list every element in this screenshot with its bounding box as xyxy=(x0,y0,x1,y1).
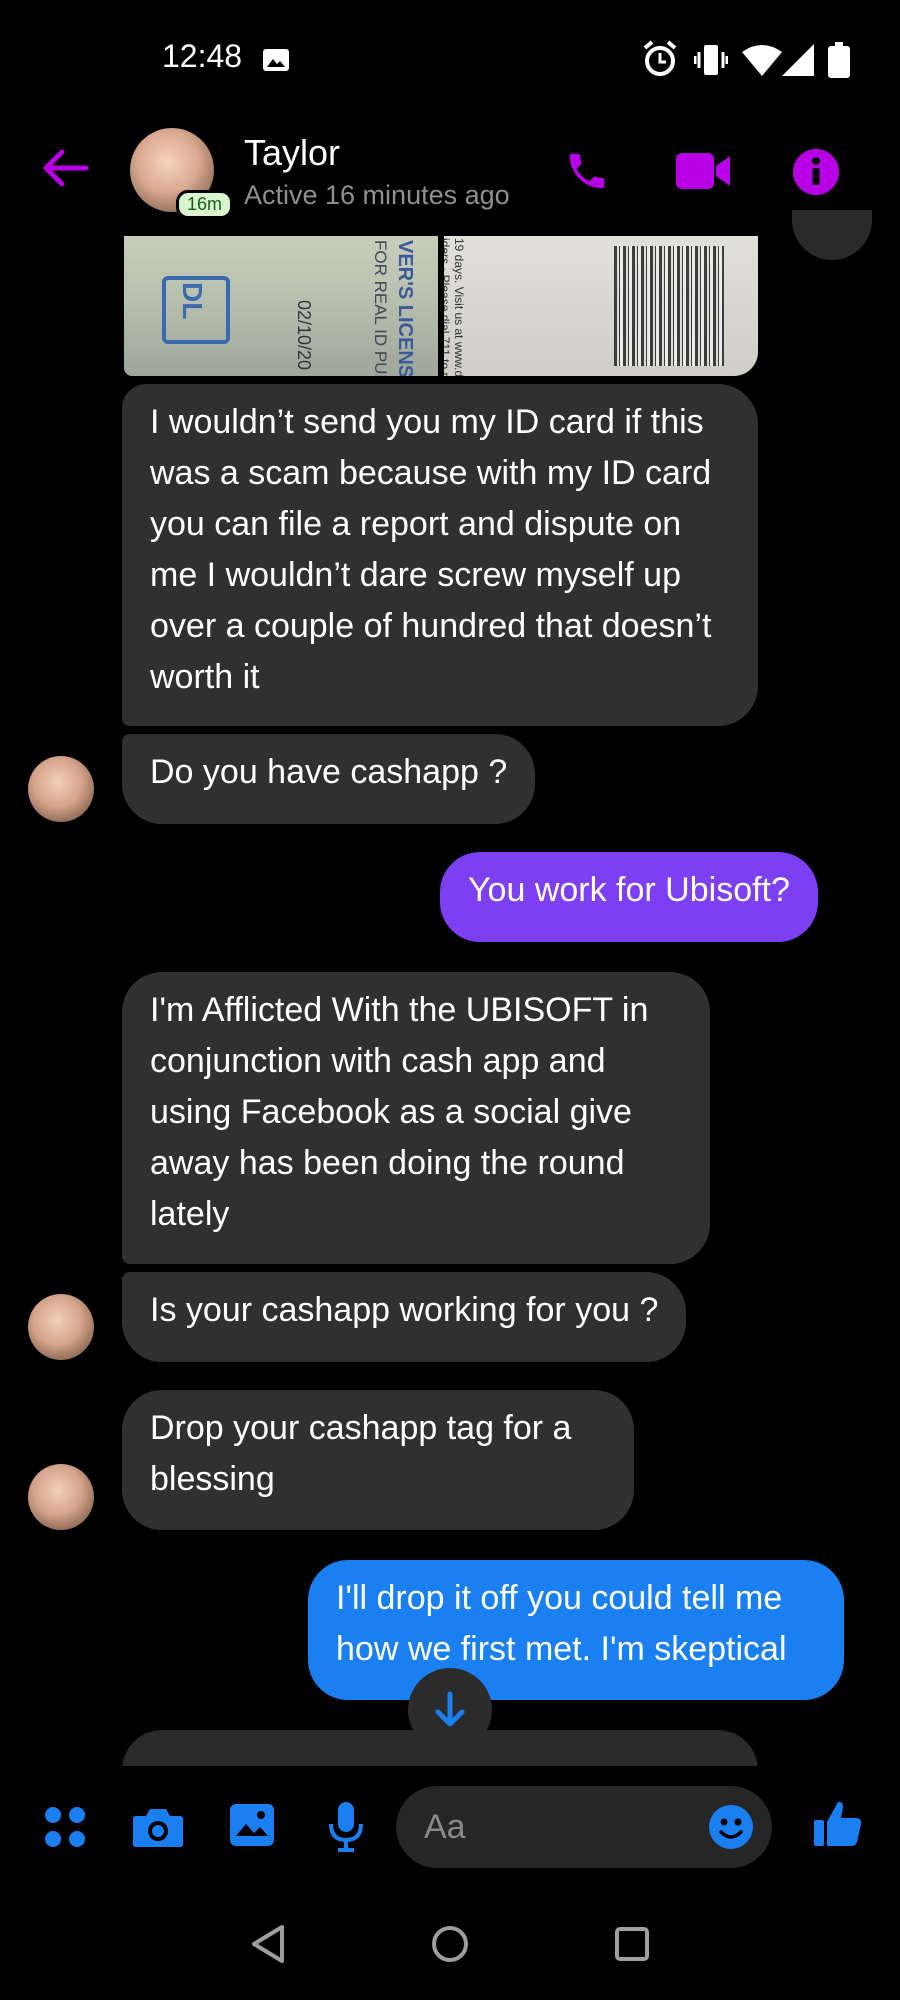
vibrate-icon xyxy=(694,42,728,78)
active-time-badge: 16m xyxy=(176,190,234,219)
thumbs-up-icon[interactable] xyxy=(812,1798,864,1850)
camera-icon[interactable] xyxy=(132,1806,184,1848)
id-card-back-photo[interactable]: 19 days. Visit us at www.dmv.ca iders - … xyxy=(444,236,758,376)
back-arrow-icon[interactable] xyxy=(40,148,88,188)
contact-name[interactable]: Taylor xyxy=(244,132,340,174)
message-bubble-incoming[interactable]: I'm Afflicted With the UBISOFT in conjun… xyxy=(122,972,710,1264)
phone-icon[interactable] xyxy=(564,148,610,194)
nav-recents-icon[interactable] xyxy=(614,1926,650,1962)
message-bubble-incoming[interactable]: Drop your cashapp tag for a blessing xyxy=(122,1390,634,1530)
id-card-front-photo[interactable]: DL VER'S LICENSE FOR REAL ID PURPO 02/10… xyxy=(124,236,438,376)
back-text-1: 19 days. Visit us at www.dmv.ca xyxy=(452,238,466,376)
license-text: VER'S LICENSE xyxy=(394,240,416,376)
battery-icon xyxy=(828,42,850,78)
sender-avatar[interactable] xyxy=(28,1294,94,1360)
dl-label: DL xyxy=(177,282,208,320)
emoji-icon[interactable] xyxy=(708,1804,754,1850)
video-call-icon[interactable] xyxy=(674,150,732,192)
scroll-to-bottom-button[interactable] xyxy=(408,1668,492,1752)
info-icon[interactable] xyxy=(792,148,840,196)
microphone-icon[interactable] xyxy=(326,1800,366,1852)
message-bubble-outgoing[interactable]: You work for Ubisoft? xyxy=(440,852,818,942)
message-bubble-outgoing[interactable]: I'll drop it off you could tell me how w… xyxy=(308,1560,844,1700)
back-text-2: iders - Please dial 711 to reach xyxy=(444,238,452,376)
message-bubble-incoming[interactable]: Do you have cashapp ? xyxy=(122,734,536,824)
nav-back-icon[interactable] xyxy=(250,1924,286,1964)
message-bubble-incoming[interactable]: I wouldn’t send you my ID card if this w… xyxy=(122,384,758,726)
message-bubble-incoming[interactable]: Is your cashapp working for you ? xyxy=(122,1272,687,1362)
date-text: 02/10/20 xyxy=(294,300,314,371)
gallery-notification-icon xyxy=(262,46,290,74)
wifi-icon xyxy=(742,44,782,76)
message-input-placeholder: Aa xyxy=(424,1808,466,1846)
alarm-icon xyxy=(642,40,678,78)
active-status: Active 16 minutes ago xyxy=(244,180,510,210)
sender-avatar[interactable] xyxy=(28,1464,94,1530)
status-time: 12:48 xyxy=(162,38,243,74)
sender-avatar[interactable] xyxy=(28,756,94,822)
barcode xyxy=(614,246,724,366)
gallery-icon[interactable] xyxy=(228,1802,276,1848)
cell-signal-icon xyxy=(782,44,814,76)
partial-bubble-fragment xyxy=(792,210,872,260)
real-id-text: FOR REAL ID PURPO xyxy=(371,240,390,376)
nav-home-icon[interactable] xyxy=(430,1924,470,1964)
apps-grid-icon[interactable] xyxy=(42,1804,88,1850)
